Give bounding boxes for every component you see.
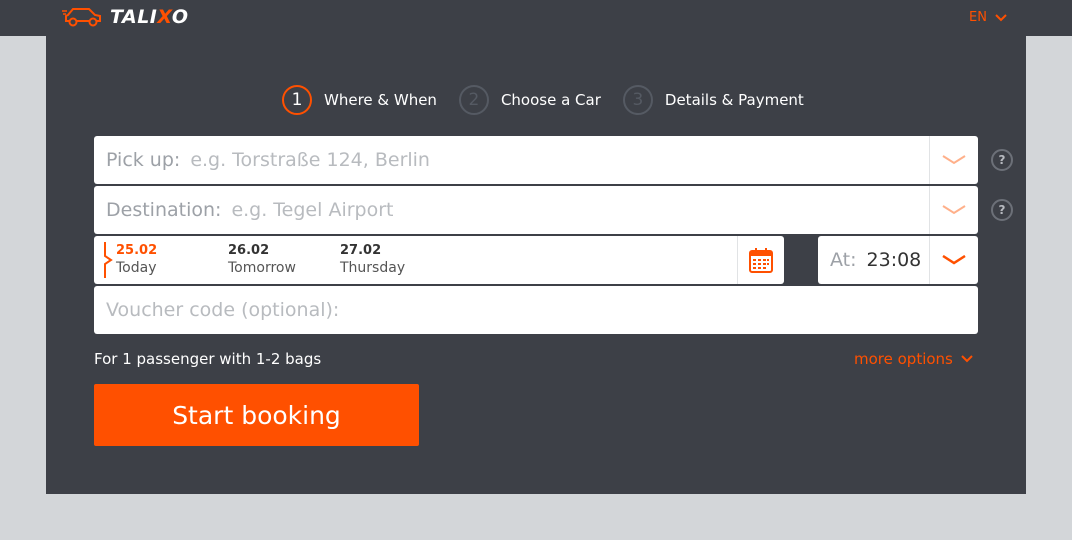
progress-steps: 1 Where & When 2 Choose a Car 3 Details … (282, 85, 826, 115)
date-option-tomorrow[interactable]: 26.02 Tomorrow (228, 243, 296, 276)
pickup-label: Pick up: (106, 149, 181, 171)
destination-label: Destination: (106, 199, 222, 221)
calendar-icon (749, 248, 773, 273)
more-options-label: more options (854, 350, 953, 368)
step-number: 2 (458, 85, 489, 115)
brand-name: TALIXO (110, 6, 189, 28)
more-options-link[interactable]: more options (854, 350, 973, 368)
pickup-input[interactable] (190, 149, 978, 171)
time-selector[interactable]: At: 23:08 (818, 236, 978, 284)
language-label: EN (969, 10, 987, 25)
date-value: 25.02 (116, 243, 158, 258)
start-booking-button[interactable]: Start booking (94, 384, 419, 446)
date-option-thursday[interactable]: 27.02 Thursday (340, 243, 405, 276)
step-where-when[interactable]: 1 Where & When (282, 85, 437, 115)
passenger-summary: For 1 passenger with 1-2 bags (94, 350, 322, 368)
step-details-payment[interactable]: 3 Details & Payment (622, 85, 804, 115)
date-weekday: Today (116, 260, 157, 276)
voucher-field[interactable] (94, 286, 978, 334)
destination-help-icon[interactable]: ? (991, 199, 1013, 221)
time-value[interactable]: 23:08 (867, 249, 922, 271)
chevron-down-icon (942, 155, 966, 165)
voucher-input[interactable] (106, 299, 978, 321)
selected-date-marker-icon (104, 242, 113, 278)
time-label: At: (830, 249, 857, 271)
chevron-down-icon (942, 205, 966, 215)
date-weekday: Thursday (340, 260, 406, 276)
brand-logo[interactable]: TALIXO (62, 6, 189, 28)
step-number: 1 (282, 85, 312, 115)
step-label: Details & Payment (664, 91, 804, 109)
step-number: 3 (622, 85, 653, 115)
chevron-down-icon (961, 355, 973, 363)
step-choose-car[interactable]: 2 Choose a Car (458, 85, 601, 115)
taxi-logo-icon (62, 8, 101, 27)
date-selector: 25.02 Today 26.02 Tomorrow 27.02 Thursda… (94, 236, 784, 284)
chevron-down-icon (942, 255, 966, 265)
destination-field[interactable]: Destination: (94, 186, 978, 234)
language-selector[interactable]: EN (969, 10, 1007, 25)
calendar-button[interactable] (737, 236, 784, 284)
date-weekday: Tomorrow (228, 260, 296, 276)
destination-dropdown-button[interactable] (929, 186, 978, 234)
pickup-field[interactable]: Pick up: (94, 136, 978, 184)
date-option-today[interactable]: 25.02 Today (116, 243, 157, 276)
pickup-help-icon[interactable]: ? (991, 149, 1013, 171)
destination-input[interactable] (231, 199, 978, 221)
time-dropdown-button[interactable] (929, 236, 978, 284)
date-value: 26.02 (228, 243, 270, 258)
step-label: Where & When (324, 91, 437, 109)
step-label: Choose a Car (500, 91, 601, 109)
chevron-down-icon (995, 13, 1007, 21)
pickup-dropdown-button[interactable] (929, 136, 978, 184)
date-value: 27.02 (340, 243, 382, 258)
